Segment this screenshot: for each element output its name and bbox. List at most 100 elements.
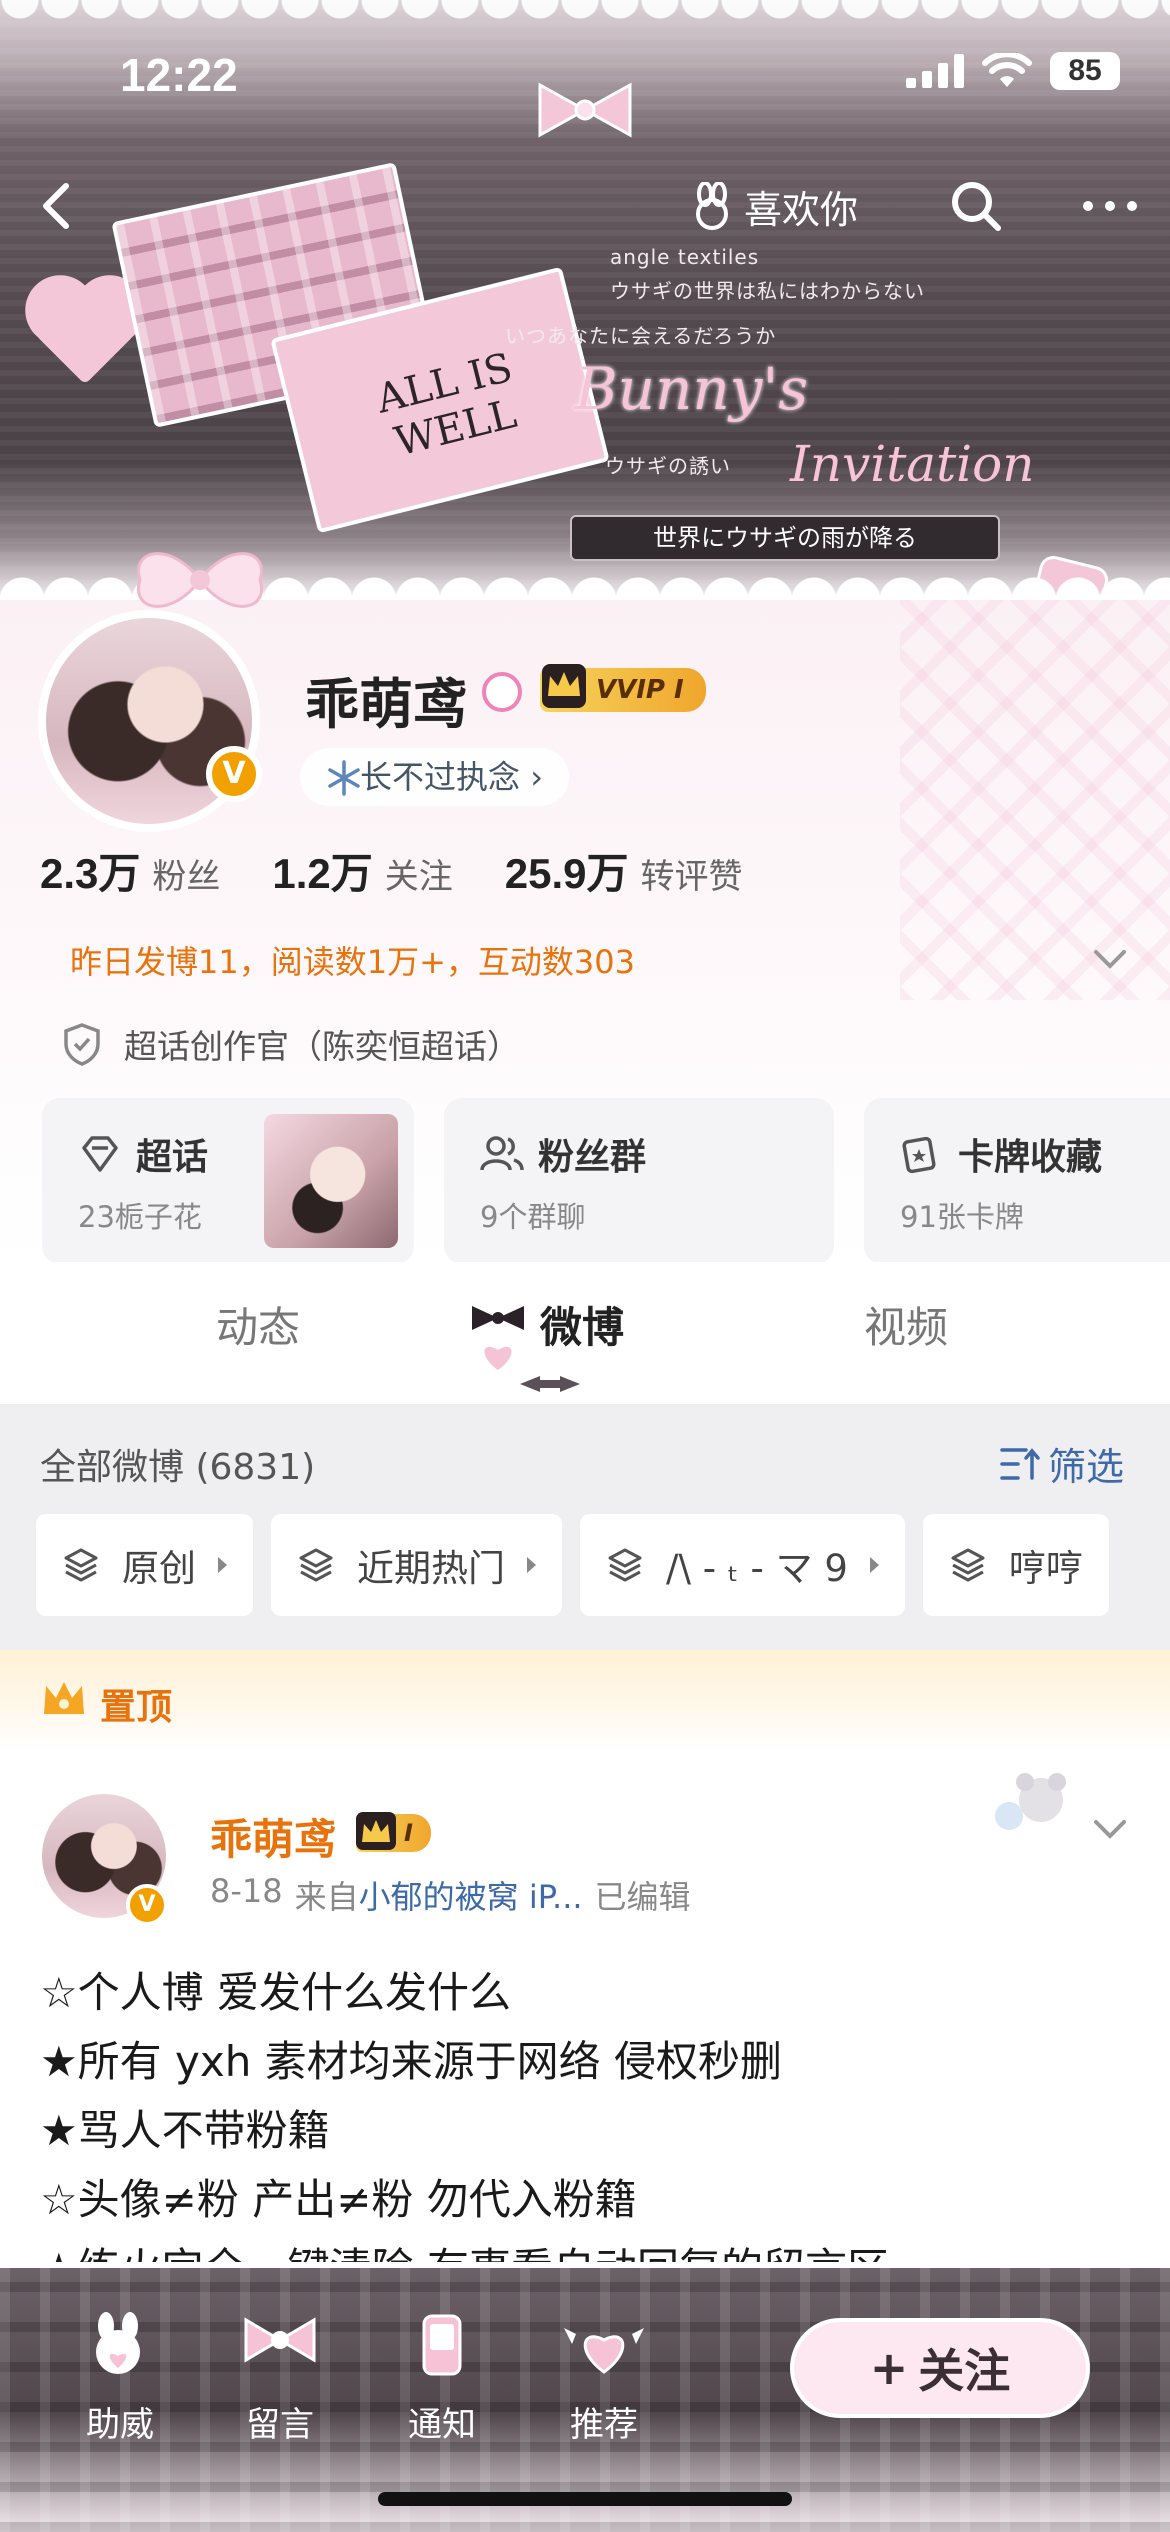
plaid-decoration <box>900 600 1170 1000</box>
layers-icon <box>64 1548 98 1582</box>
card-collection-icon <box>902 1136 936 1174</box>
layers-icon <box>951 1548 985 1582</box>
pinned-crown-icon <box>44 1682 84 1714</box>
jp-line-2: いつあなたに会えるだろうか <box>505 324 777 348</box>
post-edited-label: 已编辑 <box>594 1878 691 1916</box>
stat-label: 关注 <box>384 857 453 897</box>
card-title-row: 粉丝群 <box>480 1128 834 1180</box>
tab-activity[interactable]: 动态 <box>216 1294 300 1355</box>
post-source-link[interactable]: 小郁的被窝 iP... <box>359 1872 583 1918</box>
post-content: ☆个人博 爱发什么发什么 ★所有 yxh 素材均来源于网络 侵权秒删 ★骂人不带… <box>40 1958 1140 2303</box>
stat-value: 2.3万 <box>40 850 141 897</box>
post-line: ★骂人不带粉籍 <box>40 2106 330 2155</box>
lace-trim-top <box>0 0 1170 40</box>
layers-icon <box>608 1548 642 1582</box>
post-line: ☆个人博 爱发什么发什么 <box>40 1968 512 2017</box>
cheer-label: 助威 <box>86 2405 154 2445</box>
script-title: Bunny's <box>575 355 809 423</box>
post-from-prefix: 来自 <box>294 1878 359 1916</box>
search-icon[interactable] <box>948 178 1004 234</box>
wifi-icon <box>982 53 1032 87</box>
tab-weibo[interactable]: 微博 <box>540 1294 624 1355</box>
signal-icon <box>906 54 964 88</box>
chip-more[interactable]: 哼哼 <box>922 1514 1109 1616</box>
stat-value: 25.9万 <box>504 850 629 897</box>
status-icons: 85 <box>906 52 1120 90</box>
card-super-topic[interactable]: 超话 23栀子花 <box>42 1098 414 1264</box>
heart-decoration <box>35 285 135 385</box>
bow-icon <box>244 2317 316 2363</box>
stat-label: 转评赞 <box>640 857 743 897</box>
jp-line-3: ウサギの誘い <box>605 454 731 478</box>
chip-label: 哼哼 <box>1008 1547 1083 1590</box>
chip-arrow-icon <box>218 1557 227 1573</box>
tab-video[interactable]: 视频 <box>864 1294 948 1355</box>
stat-label: 粉丝 <box>152 857 221 897</box>
bear-decoration <box>995 1773 1066 1830</box>
like-you-button[interactable]: 喜欢你 <box>690 178 858 234</box>
stat-value: 1.2万 <box>272 850 373 897</box>
stat-interactions[interactable]: 25.9万 转评赞 <box>505 840 743 901</box>
plus-icon: + <box>869 2341 909 2395</box>
post-options-chevron-icon[interactable] <box>1092 1814 1128 1844</box>
follow-label: 关注 <box>918 2344 1011 2398</box>
super-topic-label: 超话创作官（陈奕恒超话） <box>124 1027 520 1066</box>
card-subtitle: 91张卡牌 <box>900 1200 1024 1234</box>
tab-active-indicator <box>520 1376 580 1392</box>
script-subtitle: Invitation <box>790 435 1035 493</box>
pink-circle-icon[interactable] <box>482 672 522 712</box>
stat-following[interactable]: 1.2万 关注 <box>272 840 452 901</box>
profile-cards: 超话 23栀子花 粉丝群 9个群聊 卡牌收藏 91张卡牌 <box>42 1098 1170 1264</box>
follow-button[interactable]: + 关注 <box>790 2318 1090 2418</box>
bow-decoration <box>538 82 632 138</box>
battery-indicator: 85 <box>1050 52 1120 90</box>
bunny-heart-icon <box>96 2312 140 2374</box>
super-topic-creator[interactable]: 超话创作官（陈奕恒超话） <box>62 1020 520 1068</box>
back-arrow-icon[interactable] <box>30 178 86 234</box>
chip-trending[interactable]: 近期热门 <box>271 1514 562 1616</box>
post-date: 8-18 <box>210 1872 283 1910</box>
message-button[interactable]: 留言 <box>220 2310 340 2446</box>
post-meta: 8-18 来自 小郁的被窝 iP... 已编辑 <box>210 1872 691 1918</box>
chip-original[interactable]: 原创 <box>36 1514 253 1616</box>
tab-bow-decoration <box>472 1306 524 1370</box>
card-title: 卡牌收藏 <box>958 1137 1103 1178</box>
post-count: 全部微博 (6831) <box>40 1447 316 1488</box>
profile-stats: 2.3万 粉丝 1.2万 关注 25.9万 转评赞 <box>40 840 743 901</box>
filter-label: 筛选 <box>1048 1445 1125 1489</box>
profile-username: 乖萌鸢 <box>305 673 467 736</box>
chip-label: /\ - ₜ - マ 9 <box>666 1547 848 1590</box>
post-author-name[interactable]: 乖萌鸢 <box>210 1806 336 1867</box>
chip-custom[interactable]: /\ - ₜ - マ 9 <box>580 1514 905 1616</box>
chip-label: 近期热门 <box>357 1547 505 1590</box>
jp-line-1: ウサギの世界は私にはわからない <box>610 279 925 303</box>
snowflake-icon <box>328 760 360 796</box>
recommend-button[interactable]: 推荐 <box>544 2310 664 2446</box>
winged-heart-icon <box>564 2328 644 2374</box>
category-chips: 原创 近期热门 /\ - ₜ - マ 9 哼哼 <box>36 1514 1109 1616</box>
card-collection[interactable]: 卡牌收藏 91张卡牌 <box>864 1098 1170 1264</box>
chip-label: 原创 <box>122 1547 196 1590</box>
more-options-icon[interactable] <box>1080 178 1140 234</box>
filter-button[interactable]: 筛选 <box>1000 1436 1124 1491</box>
pinned-label: 置顶 <box>100 1687 173 1728</box>
like-you-label: 喜欢你 <box>744 187 859 232</box>
card-title-row: 卡牌收藏 <box>900 1128 1170 1180</box>
card-subtitle: 9个群聊 <box>480 1200 586 1234</box>
crown-icon <box>542 664 586 708</box>
recommend-label: 推荐 <box>570 2405 638 2445</box>
message-label: 留言 <box>246 2405 314 2445</box>
layers-icon <box>299 1548 333 1582</box>
cheer-button[interactable]: 助威 <box>60 2310 180 2446</box>
verified-badge: V <box>206 746 262 802</box>
chip-arrow-icon <box>527 1557 536 1573</box>
post-line: ☆头像≠粉 产出≠粉 勿代入粉籍 <box>40 2175 637 2224</box>
chevron-down-icon[interactable] <box>1092 944 1128 974</box>
pinned-header <box>0 1650 1170 1750</box>
notify-button[interactable]: 通知 <box>382 2310 502 2446</box>
home-indicator[interactable] <box>378 2492 792 2506</box>
stat-followers[interactable]: 2.3万 粉丝 <box>40 840 220 901</box>
chip-arrow-icon <box>869 1557 879 1573</box>
card-fan-group[interactable]: 粉丝群 9个群聊 <box>444 1098 834 1264</box>
rabbit-icon <box>696 182 728 230</box>
